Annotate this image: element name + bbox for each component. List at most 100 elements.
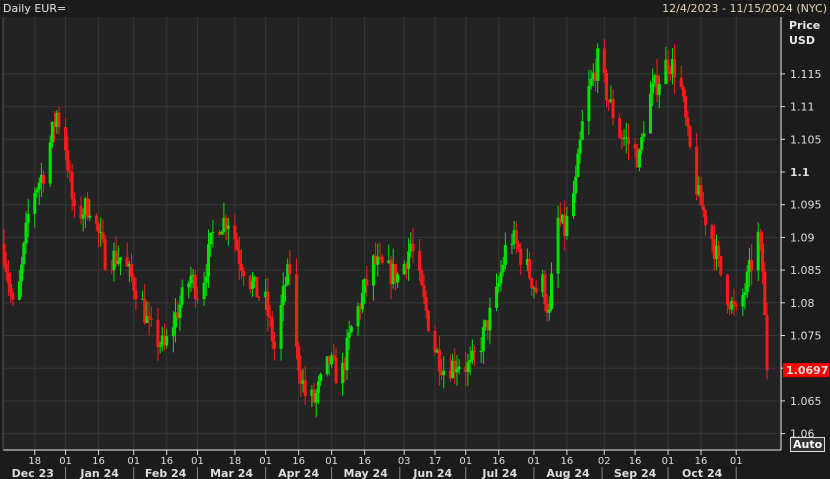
candle-body (316, 381, 320, 393)
candle-body (233, 225, 237, 240)
x-tick-label: 01 (459, 456, 472, 467)
candle-body (303, 380, 307, 396)
candle-body (556, 217, 560, 274)
candle-body (281, 286, 285, 306)
candle-body (116, 260, 120, 264)
candle-body (6, 272, 10, 284)
candle-body (633, 144, 637, 149)
x-tick-label: 01 (259, 456, 272, 467)
candle-body (68, 170, 72, 173)
candle-body (424, 296, 428, 311)
candle-body (684, 96, 688, 118)
candle-body (763, 271, 767, 316)
candle-body (495, 286, 499, 308)
auto-scale-button[interactable]: Auto (790, 437, 826, 452)
y-tick-label: 1.08 (790, 297, 815, 310)
candle-body (147, 315, 151, 319)
candle-body (743, 292, 747, 296)
candle-body (580, 121, 584, 140)
candle-body (745, 271, 749, 293)
candle-body (596, 48, 600, 81)
candle-body (297, 346, 301, 371)
candle-body (519, 248, 523, 265)
candle-body (171, 327, 175, 337)
month-label: Jan 24 (79, 467, 119, 479)
candle-body (37, 182, 41, 190)
candle-body (347, 332, 351, 338)
candle-body (688, 126, 692, 147)
candle-body (101, 232, 105, 239)
candle-body (360, 292, 364, 310)
candle-body (204, 276, 208, 283)
y-tick-label: 1.095 (790, 199, 822, 212)
x-tick-label: 17 (429, 456, 442, 467)
candle-body (314, 392, 318, 403)
candle-body (288, 264, 292, 275)
candle-body (365, 279, 369, 286)
candle-body (611, 99, 615, 119)
candle-body (418, 250, 422, 272)
month-label: Oct 24 (682, 467, 723, 479)
candle-body (473, 350, 477, 353)
x-tick-label: 16 (292, 456, 305, 467)
candle-body (734, 304, 738, 307)
candle-body (132, 277, 136, 291)
candle-body (237, 249, 241, 265)
candle-body (220, 231, 224, 235)
y-tick-label: 1.065 (790, 395, 822, 408)
candle-body (426, 310, 430, 332)
candle-body (268, 315, 272, 318)
candle-body (637, 150, 641, 168)
x-tick-label: 16 (695, 456, 708, 467)
candle-body (626, 137, 630, 145)
month-label: Aug 24 (546, 467, 590, 479)
candle-body (319, 374, 323, 382)
candle-body (24, 222, 28, 244)
candle-body (673, 58, 677, 78)
candlestick-chart[interactable]: 1.061.0651.071.0751.081.0851.091.0951.11… (0, 0, 830, 479)
candle-body (604, 72, 608, 101)
candle-body (686, 117, 690, 127)
candle-body (94, 215, 98, 224)
month-label: Jun 24 (412, 467, 452, 479)
candle-body (33, 192, 37, 214)
month-label: Jul 24 (481, 467, 517, 479)
candle-body (642, 133, 646, 138)
candle-body (457, 366, 461, 370)
candle-body (681, 87, 685, 97)
candle-body (750, 259, 754, 271)
candle-body (4, 263, 8, 273)
candle-body (589, 79, 593, 86)
candle-body (17, 281, 21, 300)
candle-body (550, 273, 554, 310)
candle-body (648, 93, 652, 134)
candle-body (380, 256, 384, 264)
month-label: May 24 (344, 467, 389, 479)
candle-body (272, 341, 276, 349)
candle-body (530, 278, 534, 289)
x-tick-label: 02 (598, 456, 611, 467)
candle-body (81, 214, 85, 219)
candle-body (250, 281, 254, 289)
y-tick-label: 1.115 (790, 68, 822, 81)
candle-body (574, 176, 578, 194)
month-label: Apr 24 (278, 467, 319, 479)
candle-body (70, 172, 74, 200)
candle-body (499, 272, 503, 284)
candle-body (666, 59, 670, 71)
candle-body (193, 274, 197, 299)
candle-body (699, 185, 703, 206)
candle-body (66, 150, 70, 171)
candle-body (528, 258, 532, 279)
candle-body (576, 153, 580, 177)
candle-body (466, 362, 470, 373)
candle-body (503, 245, 507, 265)
x-tick-label: 16 (358, 456, 371, 467)
candle-body (64, 126, 68, 151)
candle-body (332, 355, 336, 358)
candle-body (165, 336, 169, 346)
x-tick-label: 16 (629, 456, 642, 467)
candle-body (48, 142, 52, 184)
x-tick-label: 18 (28, 456, 41, 467)
candle-body (356, 306, 360, 327)
